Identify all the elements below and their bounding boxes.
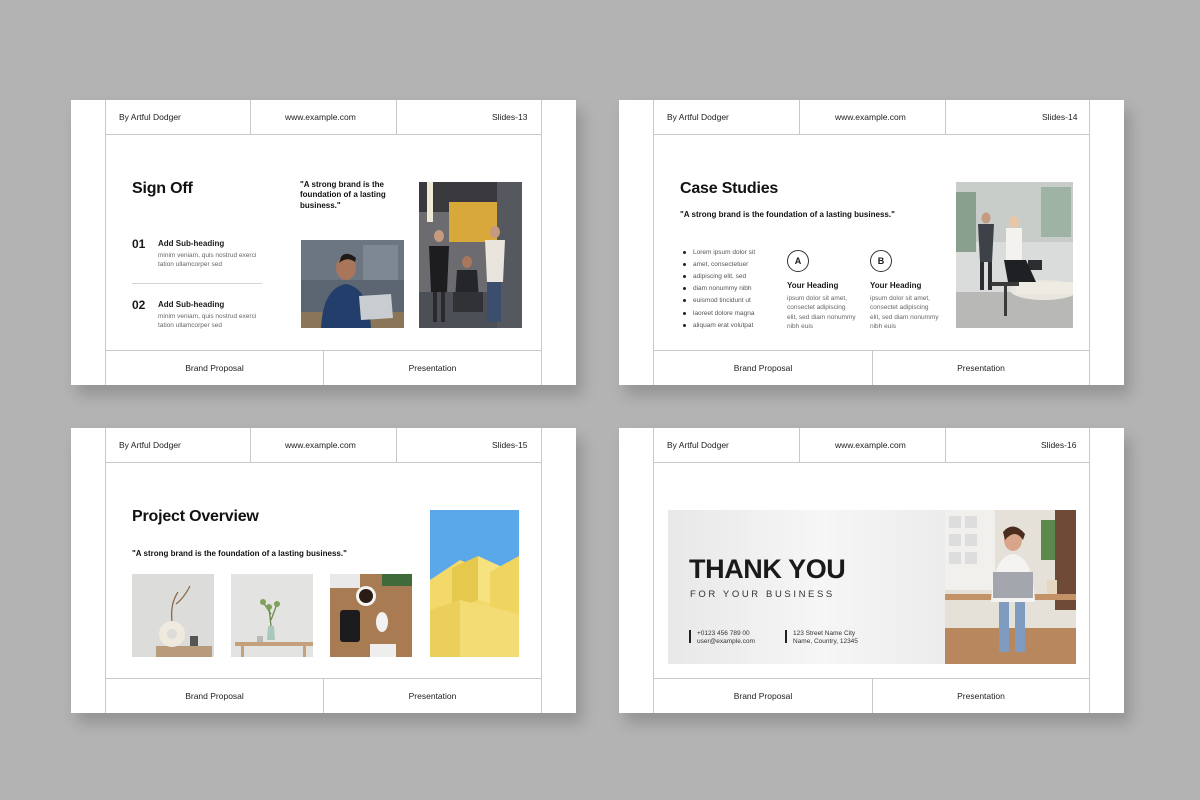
footer-presentation: Presentation — [957, 690, 1005, 701]
header-separator — [250, 428, 251, 462]
header-separator — [945, 428, 946, 462]
footer-presentation: Presentation — [957, 362, 1005, 373]
marker-a: A — [787, 250, 809, 272]
header-separator — [396, 428, 397, 462]
item-heading: Add Sub-heading — [158, 300, 225, 309]
slide-number: Slides-14 — [1042, 112, 1078, 122]
slide-case-studies[interactable]: By Artful Dodger www.example.com Slides-… — [619, 100, 1124, 385]
bullet-item: aliquam erat volutpat — [683, 319, 755, 331]
author-label: By Artful Dodger — [667, 112, 729, 122]
website-label: www.example.com — [285, 440, 356, 450]
header-divider — [105, 462, 542, 463]
slide-title: Project Overview — [132, 508, 259, 525]
footer-brand-proposal: Brand Proposal — [185, 362, 244, 373]
author-label: By Artful Dodger — [119, 112, 181, 122]
thank-you-subtitle: FOR YOUR BUSINESS — [690, 589, 835, 600]
author-label: By Artful Dodger — [119, 440, 181, 450]
header-divider — [105, 134, 542, 135]
item-divider — [132, 283, 262, 284]
header-separator — [250, 100, 251, 134]
bullet-item: laoreet dolore magna — [683, 307, 755, 319]
item-number: 01 — [132, 237, 146, 251]
photo-plant-table — [231, 574, 313, 657]
bullet-item: euismod tincidunt ut — [683, 295, 755, 307]
slide-project-overview[interactable]: By Artful Dodger www.example.com Slides-… — [71, 428, 576, 713]
photo-vase-decor — [132, 574, 214, 657]
bullet-list: Lorem ipsum dolor sit amet, consectetuer… — [683, 246, 755, 331]
website-label: www.example.com — [835, 440, 906, 450]
thank-you-title: THANK YOU — [689, 554, 846, 584]
bullet-item: diam nonummy nibh — [683, 283, 755, 295]
photo-yellow-building — [430, 510, 519, 657]
column-heading: Your Heading — [787, 281, 839, 290]
header-divider — [653, 134, 1090, 135]
address-region: Name, Country, 12345 — [793, 638, 858, 645]
photo-woman-laptop — [945, 510, 1076, 664]
contact-accent-bar — [689, 630, 691, 643]
website-label: www.example.com — [285, 112, 356, 122]
marker-b: B — [870, 250, 892, 272]
photo-meeting-office — [956, 182, 1073, 328]
header-separator — [799, 428, 800, 462]
item-text: minim veniam, quis nostrud exerci tation… — [158, 313, 257, 330]
website-label: www.example.com — [835, 112, 906, 122]
bullet-item: amet, consectetuer — [683, 258, 755, 270]
photo-man-laptop — [301, 240, 404, 328]
item-number: 02 — [132, 298, 146, 312]
slide-quote: "A strong brand is the foundation of a l… — [132, 549, 347, 558]
photo-office-team — [419, 182, 522, 328]
footer-brand-proposal: Brand Proposal — [733, 690, 793, 701]
footer-brand-proposal: Brand Proposal — [733, 362, 793, 373]
slide-thank-you[interactable]: By Artful Dodger www.example.com Slides-… — [619, 428, 1124, 713]
photo-desk-coffee — [330, 574, 412, 657]
header-divider — [653, 462, 1090, 463]
slide-sign-off[interactable]: By Artful Dodger www.example.com Slides-… — [71, 100, 576, 385]
footer-presentation: Presentation — [408, 362, 457, 373]
slide-title: Sign Off — [132, 180, 193, 197]
author-label: By Artful Dodger — [667, 440, 729, 450]
slide-number: Slides-13 — [492, 112, 528, 122]
slide-quote: "A strong brand is the foundation of a l… — [300, 180, 386, 210]
slide-number: Slides-15 — [492, 440, 528, 450]
column-text: ipsum dolor sit amet, consectet adipisci… — [787, 295, 856, 331]
footer-presentation: Presentation — [408, 690, 457, 701]
column-heading: Your Heading — [870, 281, 922, 290]
column-text: ipsum dolor sit amet, consectet adipisci… — [870, 295, 939, 331]
slide-title: Case Studies — [680, 180, 779, 197]
bullet-item: Lorem ipsum dolor sit — [683, 246, 755, 258]
item-heading: Add Sub-heading — [158, 239, 225, 248]
item-text: minim veniam, quis nostrud exerci tation… — [158, 252, 257, 269]
slide-number: Slides-16 — [1041, 440, 1077, 450]
header-separator — [396, 100, 397, 134]
header-separator — [945, 100, 946, 134]
header-separator — [799, 100, 800, 134]
slide-quote: "A strong brand is the foundation of a l… — [680, 210, 895, 219]
contact-email: user@example.com — [697, 638, 755, 645]
footer-brand-proposal: Brand Proposal — [185, 690, 244, 701]
bullet-item: adipiscing elit, sed — [683, 270, 755, 282]
address-accent-bar — [785, 630, 787, 643]
